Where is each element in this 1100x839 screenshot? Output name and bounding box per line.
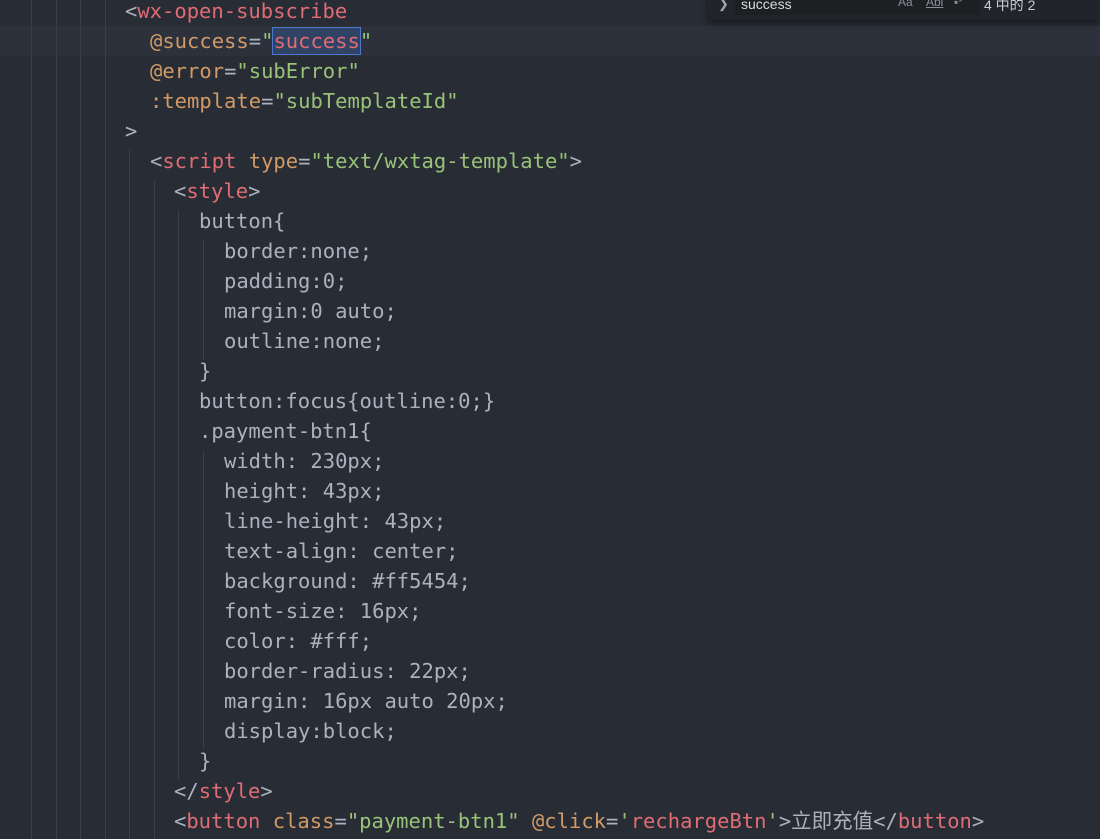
token-punct: = [606,809,619,833]
code-line-22: color: #fff; [224,629,373,653]
token-punct: > [125,119,138,143]
token-attr: type [248,149,299,173]
token-punct: = [261,89,274,113]
code-line-5: > [125,116,137,146]
token-quote: ' [766,809,779,833]
token-punct: = [298,149,311,173]
token-tag: script [162,149,237,173]
code-line-7: <style> [174,176,260,206]
code-line-16: width: 230px; [224,449,385,473]
code-line-27: </style> [174,776,273,806]
code-line-25: display:block; [224,719,397,743]
token-punct: > [971,809,985,833]
token-punct: < [125,0,138,23]
code-line-17: height: 43px; [224,479,385,503]
code-line-24: margin: 16px auto 20px; [224,689,508,713]
token-tag: style [198,779,261,803]
indent-guide [31,0,32,839]
code-line-21: font-size: 16px; [224,599,422,623]
code-line-15: .payment-btn1{ [199,419,372,443]
token-punct: < [150,149,163,173]
code-line-11: margin:0 auto; [224,299,397,323]
code-line-4: :template="subTemplateId" [150,86,459,116]
token-punct: = [334,809,347,833]
code-line-13: } [199,359,212,383]
token-attr: class [272,809,335,833]
token-handler: rechargeBtn [630,809,767,833]
code-editor[interactable]: <wx-open-subscribe @success="success" @e… [0,0,1100,839]
code-line-10: padding:0; [224,269,348,293]
code-line-20: background: #ff5454; [224,569,471,593]
token-tag: button [897,809,972,833]
code-line-26: } [199,749,212,773]
indent-guide [178,210,179,780]
indent-guide [203,450,204,750]
indent-guide [203,240,204,360]
indent-guide [56,0,57,839]
indent-guide [129,150,130,839]
code-line-2: @success="success" [150,26,372,56]
code-line-1: <wx-open-subscribe [125,0,347,26]
chevron-right-icon[interactable]: ❯ [718,0,729,12]
token-attr: :template [150,89,262,113]
token-quote: ' [618,809,631,833]
search-match-highlight: success [272,27,361,55]
match-count: 4 中的 2 [984,0,1036,13]
code-line-18: line-height: 43px; [224,509,447,533]
code-line-12: outline:none; [224,329,385,353]
code-line-3: @error="subError" [150,56,360,86]
token-string: "payment-btn1" [346,809,520,833]
code-line-14: button:focus{outline:0;} [199,389,496,413]
token-punct: = [248,29,262,53]
token-string: "subTemplateId" [273,89,459,113]
token-punct: > [248,179,261,203]
match-case-icon[interactable]: Aa [898,0,913,9]
indent-guide [154,180,155,839]
token-attr: @click [531,809,607,833]
token-punct: > [260,779,273,803]
token-punct: > [569,149,582,173]
token-attr: @success [150,29,249,53]
indent-guide [105,0,106,839]
token-string: "subError" [236,59,360,83]
code-line-9: border:none; [224,239,373,263]
code-line-19: text-align: center; [224,539,459,563]
token-punct: > [778,809,792,833]
token-punct: </ [174,779,199,803]
whole-word-icon[interactable]: Abl [926,0,943,9]
token-quote: " [359,29,373,53]
token-quote: " [261,29,274,53]
code-line-8: button{ [199,209,286,233]
code-line-23: border-radius: 22px; [224,659,471,683]
indent-guide [80,0,81,839]
token-string: "text/wxtag-template" [310,149,570,173]
token-text: 立即充值 [791,809,874,833]
token-punct: = [224,59,237,83]
token-punct: </ [873,809,898,833]
token-tag: wx-open-subscribe [137,0,348,23]
token-attr: @error [150,59,225,83]
regex-icon[interactable]: ▪* [954,0,963,9]
token-punct: < [174,809,187,833]
code-line-6: <script type="text/wxtag-template"> [150,146,582,176]
token-tag: button [186,809,261,833]
find-widget: ❯ Aa Abl ▪* 4 中的 2 [708,0,1100,20]
token-tag: style [186,179,249,203]
token-punct: < [174,179,187,203]
code-line-28: <button class="payment-btn1" @click='rec… [174,806,984,836]
